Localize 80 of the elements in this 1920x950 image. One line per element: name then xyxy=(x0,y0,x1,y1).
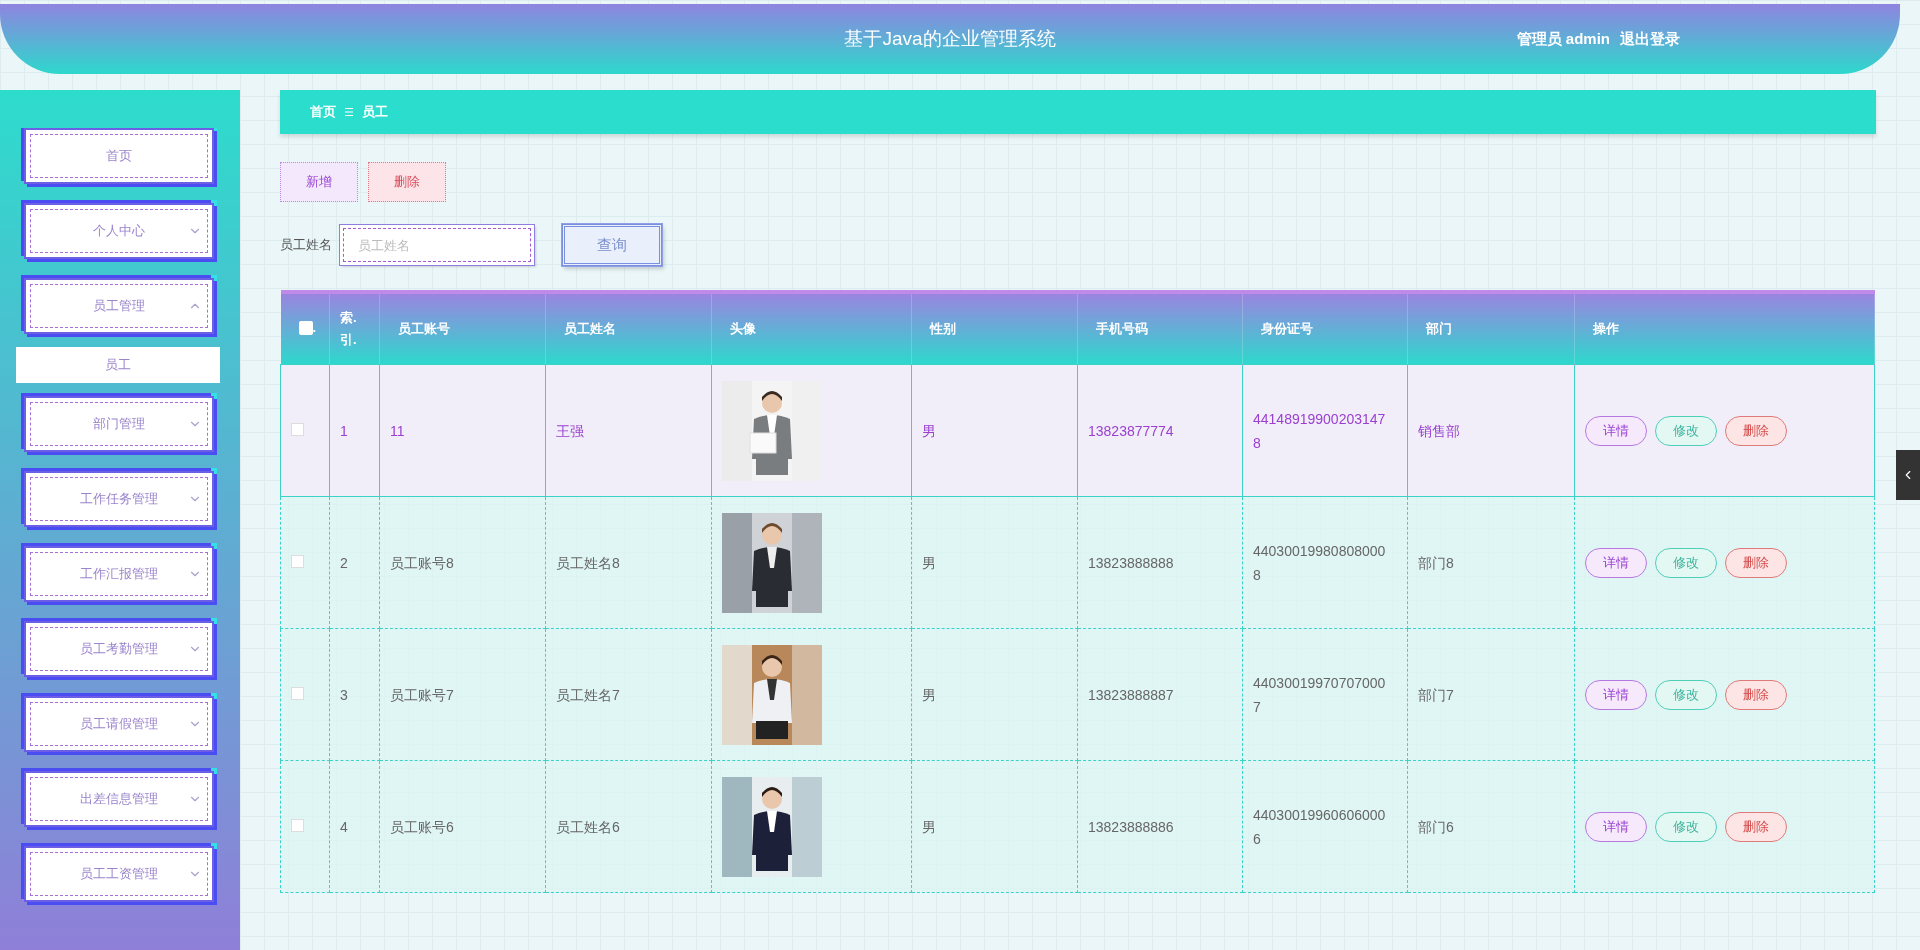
table-row[interactable]: 3 员工账号7 员工姓名7 男 13823888887 440300199707070007 部门7 详情 修改 删除 xyxy=(280,628,1875,761)
sidebar-item[interactable]: 员工工资管理 xyxy=(24,846,214,902)
table-cell: 男 xyxy=(922,818,936,835)
window-title: 基于Java的企业管理系统 xyxy=(844,27,1056,51)
table-cell: 员工账号8 xyxy=(390,554,454,571)
menu-icon xyxy=(344,107,354,117)
delete-button[interactable]: 删除 xyxy=(1725,811,1787,842)
column-header: 员工账号 xyxy=(398,321,450,336)
table-cell: 男 xyxy=(922,686,936,703)
table-cell: 4 xyxy=(340,818,348,835)
search-field[interactable]: 员工姓名 xyxy=(340,225,534,265)
header-text: . xyxy=(312,320,317,335)
table-cell: 440300199606060006 xyxy=(1253,806,1386,847)
column-header: 员工姓名 xyxy=(564,321,616,336)
row-checkbox[interactable] xyxy=(291,686,304,700)
table-cell: 3 xyxy=(340,686,348,703)
details-button[interactable]: 详情 xyxy=(1585,547,1647,578)
table-cell: 男 xyxy=(922,554,936,571)
table-cell: 部门7 xyxy=(1418,686,1454,703)
table-cell: 440300199808080008 xyxy=(1253,542,1386,583)
table-cell: 13823888888 xyxy=(1088,554,1174,571)
edit-button[interactable]: 修改 xyxy=(1655,679,1717,710)
table-cell: 部门8 xyxy=(1418,554,1454,571)
table-cell: 员工账号7 xyxy=(390,686,454,703)
delete-button[interactable]: 删除 xyxy=(1725,547,1787,578)
table-cell: 员工姓名8 xyxy=(556,554,620,571)
table-cell: 男 xyxy=(922,422,936,439)
edit-button[interactable]: 修改 xyxy=(1655,547,1717,578)
details-button[interactable]: 详情 xyxy=(1585,679,1647,710)
add-button[interactable]: 新增 xyxy=(280,162,358,202)
edit-button[interactable]: 修改 xyxy=(1655,811,1717,842)
table-cell: 销售部 xyxy=(1418,422,1460,439)
column-header: 头像 xyxy=(730,321,756,336)
logout-link[interactable]: 退出登录 xyxy=(1620,29,1680,49)
search-label: 员工姓名 xyxy=(280,236,332,254)
details-button[interactable]: 详情 xyxy=(1585,811,1647,842)
column-header: 性别 xyxy=(930,321,956,336)
table-cell: 13823877774 xyxy=(1088,422,1174,439)
table-cell: 员工姓名6 xyxy=(556,818,620,835)
delete-button[interactable]: 删除 xyxy=(368,162,446,202)
column-header: 身份证号 xyxy=(1261,321,1313,336)
table-row[interactable]: 4 员工账号6 员工姓名6 男 13823888886 440300199606060006 部门6 详情 修改 删除 xyxy=(280,760,1875,893)
table-cell: 13823888886 xyxy=(1088,818,1174,835)
column-header: 操作 xyxy=(1593,321,1619,336)
sidebar-item[interactable]: 员工考勤管理 xyxy=(24,621,214,677)
table-cell: 员工账号6 xyxy=(390,818,454,835)
edit-button[interactable]: 修改 xyxy=(1655,415,1717,446)
table-cell: 441489199002031478 xyxy=(1253,410,1386,451)
column-header: 索.引. xyxy=(340,309,358,349)
sidebar-item[interactable]: 首页 xyxy=(24,128,214,184)
table-cell: 440300199707070007 xyxy=(1253,674,1386,715)
table-cell: 王强 xyxy=(556,422,584,439)
select-all-checkbox[interactable] xyxy=(298,321,313,335)
table-cell: 2 xyxy=(340,554,348,571)
collapse-tab[interactable] xyxy=(1896,450,1920,500)
sidebar-item[interactable]: 工作汇报管理 xyxy=(24,546,214,602)
user-label: 管理员 admin xyxy=(1516,29,1610,49)
sidebar-item[interactable]: 员工管理 xyxy=(24,278,214,334)
details-button[interactable]: 详情 xyxy=(1585,415,1647,446)
sidebar-item[interactable]: 员工请假管理 xyxy=(24,696,214,752)
delete-button[interactable]: 删除 xyxy=(1725,679,1787,710)
table-row[interactable]: 1 11 王强 男 13823877774 441489199002031478 销售部 详情 修改 删除 xyxy=(280,364,1875,497)
sidebar-item[interactable]: 出差信息管理 xyxy=(24,771,214,827)
sidebar-item[interactable]: 个人中心 xyxy=(24,203,214,259)
table-cell: 13823888887 xyxy=(1088,686,1174,703)
table-cell: 员工姓名7 xyxy=(556,686,620,703)
table-cell: 11 xyxy=(390,422,405,439)
row-checkbox[interactable] xyxy=(291,818,304,832)
column-header: 手机号码 xyxy=(1096,321,1148,336)
row-checkbox[interactable] xyxy=(291,554,304,568)
sidebar-item[interactable]: 部门管理 xyxy=(24,396,214,452)
column-header: 部门 xyxy=(1426,321,1452,336)
sidebar-subitem[interactable]: 员工 xyxy=(16,347,220,383)
delete-button[interactable]: 删除 xyxy=(1725,415,1787,446)
sidebar-item[interactable]: 工作任务管理 xyxy=(24,471,214,527)
table-row[interactable]: 2 员工账号8 员工姓名8 男 13823888888 440300199808080008 部门8 详情 修改 删除 xyxy=(280,496,1875,629)
row-checkbox[interactable] xyxy=(291,422,304,436)
search-button[interactable]: 查询 xyxy=(562,224,662,266)
table-cell: 部门6 xyxy=(1418,818,1454,835)
table-cell: 1 xyxy=(340,422,348,439)
